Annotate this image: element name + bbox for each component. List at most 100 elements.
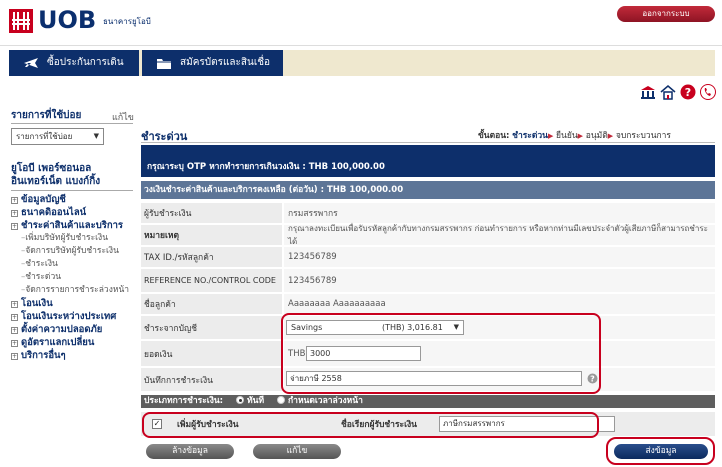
limit-notice: วงเงินชำระค่าสินค้าและบริการคงเหลือ (ต่อ… [141,181,715,199]
divider [11,190,133,191]
divider [141,142,715,143]
expand-icon: + [11,197,18,204]
sidebar-submenu-item[interactable]: จัดการรายการชำระล่วงหน้า [11,284,141,297]
sidebar-menu-item[interactable]: + โอนเงินระหว่างประเทศ [11,310,141,323]
amount-label: ยอดเงิน [141,341,282,366]
sidebar-submenu-item[interactable]: เพิ่มบริษัทผู้รับชำระเงิน [11,232,141,245]
favorites-edit-link[interactable]: แก้ไข [112,110,134,124]
menu-title: ยูโอบี เพอร์ซอนอล อินเทอร์เน็ต แบงก์กิ้ง [11,162,100,188]
pay-now-label: ทันที [247,396,265,406]
sidebar-item-label: ชำระด่วน [25,272,62,282]
sidebar-item-label: โอนเงิน [21,298,53,309]
highlight-payment-fields [281,313,601,394]
note-label: หมายเหตุ [141,225,282,245]
row-taxid: TAX ID./รหัสลูกค้า 123456789 [141,247,715,268]
pay-later-option[interactable]: กำหนดเวลาล่วงหน้า [277,396,363,406]
row-note: หมายเหตุ กรุณาลงทะเบียนเพื่อรับรหัสลูกค้… [141,224,715,246]
sidebar-item-label: เพิ่มบริษัทผู้รับชำระเงิน [25,233,109,243]
nav-travel-insurance[interactable]: ซื้อประกันการเดินทาง [9,50,139,94]
reference-label: REFERENCE NO./CONTROL CODE [141,269,282,292]
payee-label: ผู้รับชำระเงิน [141,203,282,223]
sidebar-menu-item[interactable]: + บริการอื่นๆ [11,349,141,362]
divider [11,123,133,124]
promo-navbar: ซื้อประกันการเดินทาง สมัครบัตรและสินเชื่… [9,50,715,94]
memo-label: บันทึกการชำระเงิน [141,368,282,391]
otp-notice: กรุณาระบุ OTP หากทำรายการเกินวงเงิน : TH… [141,145,715,177]
payment-type-label: ประเภทการชำระเงิน: [144,396,224,406]
expand-icon: + [11,340,18,347]
sidebar-item-label: จัดการรายการชำระล่วงหน้า [25,285,130,295]
sidebar-item-label: ธนาคดิออนไลน์ [21,207,87,218]
nav-apply-cards[interactable]: สมัครบัตรและสินเชื่อ [142,50,283,76]
uob-logo-icon [9,9,33,33]
phone-icon[interactable] [700,84,716,100]
brand-name: UOB [38,6,97,34]
sidebar-item-label: จัดการบริษัทผู้รับชำระเงิน [25,246,119,256]
expand-icon: + [11,301,18,308]
logout-button[interactable]: ออกจากระบบ [617,6,715,22]
sidebar-item-label: ชำระค่าสินค้าและบริการ [21,220,124,231]
sidebar-menu-item[interactable]: + ดูอัตราแลกเปลี่ยน [11,336,141,349]
sidebar-menu-item[interactable]: + ธนาคดิออนไลน์ [11,206,141,219]
radio-icon [277,396,286,404]
clear-button[interactable]: ล้างข้อมูล [146,444,234,459]
arrow-right-icon: ▶ [577,132,584,140]
arrow-right-icon: ▶ [607,132,614,140]
arrow-right-icon: ▶ [547,132,554,140]
nav-travel-label: ซื้อประกันการเดินทาง [47,57,124,94]
sidebar-item-label: ตั้งค่าความปลอดภัย [21,324,103,335]
favorites-select[interactable]: รายการที่ใช้บ่อย ▼ [11,128,104,145]
sidebar-item-label: บริการอื่นๆ [21,350,66,361]
sidebar-menu-item[interactable]: + ชำระค่าสินค้าและบริการ [11,219,141,232]
brand-subtitle: ธนาคารยูโอบี [103,17,151,26]
chevron-down-icon: ▼ [93,132,99,140]
highlight-submit [606,437,715,465]
pay-now-option[interactable]: ทันที [236,396,264,406]
sidebar-item-label: ดูอัตราแลกเปลี่ยน [21,337,95,348]
sidebar: รายการที่ใช้บ่อย แก้ไข รายการที่ใช้บ่อย … [11,108,134,361]
sidebar-menu: + ข้อมูลบัญชี + ธนาคดิออนไลน์ + ชำระค่าสินค้า… [11,193,141,362]
reference-value: 123456789 [284,269,715,292]
sidebar-menu-item[interactable]: + ตั้งค่าความปลอดภัย [11,323,141,336]
customer-value: Aaaaaaaa Aaaaaaaaaa [284,294,715,314]
step-2: ยืนยัน [556,131,578,141]
step-4: จบกระบวนการ [615,131,671,141]
expand-icon: + [11,314,18,321]
sidebar-item-label: โอนเงินระหว่างประเทศ [21,311,117,322]
row-reference: REFERENCE NO./CONTROL CODE 123456789 [141,269,715,293]
step-1: ชำระด่วน [512,131,548,141]
help-icon[interactable]: ? [680,84,696,100]
edit-button[interactable]: แก้ไข [253,444,341,459]
customer-label: ชื่อลูกค้า [141,294,282,314]
row-payee: ผู้รับชำระเงิน กรมสรรพากร [141,203,715,224]
expand-icon: + [11,353,18,360]
sidebar-item-label: ชำระเงิน [25,259,58,269]
note-value: กรุณาลงทะเบียนเพื่อรับรหัสลูกค้ากับทางกร… [284,224,715,246]
from-account-label: ชำระจากบัญชี [141,316,282,339]
steps-label: ขั้นตอน: [478,131,510,141]
taxid-value: 123456789 [284,247,715,267]
nav-cards-label: สมัครบัตรและสินเชื่อ [180,57,271,68]
radio-selected-icon [236,396,245,404]
expand-icon: + [11,223,18,230]
top-header: UOB ธนาคารยูโอบี ออกจากระบบ [0,0,722,46]
sidebar-item-label: ข้อมูลบัญชี [21,194,66,205]
expand-icon: + [11,327,18,334]
airplane-icon [24,58,38,68]
sidebar-menu-item[interactable]: + โอนเงิน [11,297,141,310]
favorites-select-value: รายการที่ใช้บ่อย [16,132,73,141]
sidebar-submenu-item[interactable]: จัดการบริษัทผู้รับชำระเงิน [11,245,141,258]
progress-steps: ขั้นตอน: ชำระด่วน▶ ยืนยัน▶ อนุมัติ▶ จบกร… [478,128,671,142]
expand-icon: + [11,210,18,217]
bank-icon[interactable] [640,84,656,100]
step-3: อนุมัติ [585,131,608,141]
payee-value: กรมสรรพากร [284,203,715,223]
sidebar-submenu-item[interactable]: ชำระเงิน [11,258,141,271]
menu-title-line1: ยูโอบี เพอร์ซอนอล [11,163,92,174]
home-icon[interactable] [660,84,676,100]
payment-type-bar: ประเภทการชำระเงิน: ทันที กำหนดเวลาล่วงหน… [141,395,715,408]
pay-later-label: กำหนดเวลาล่วงหน้า [288,396,363,406]
sidebar-submenu-item[interactable]: ชำระด่วน [11,271,141,284]
sidebar-menu-item[interactable]: + ข้อมูลบัญชี [11,193,141,206]
highlight-add-payee [142,412,599,438]
